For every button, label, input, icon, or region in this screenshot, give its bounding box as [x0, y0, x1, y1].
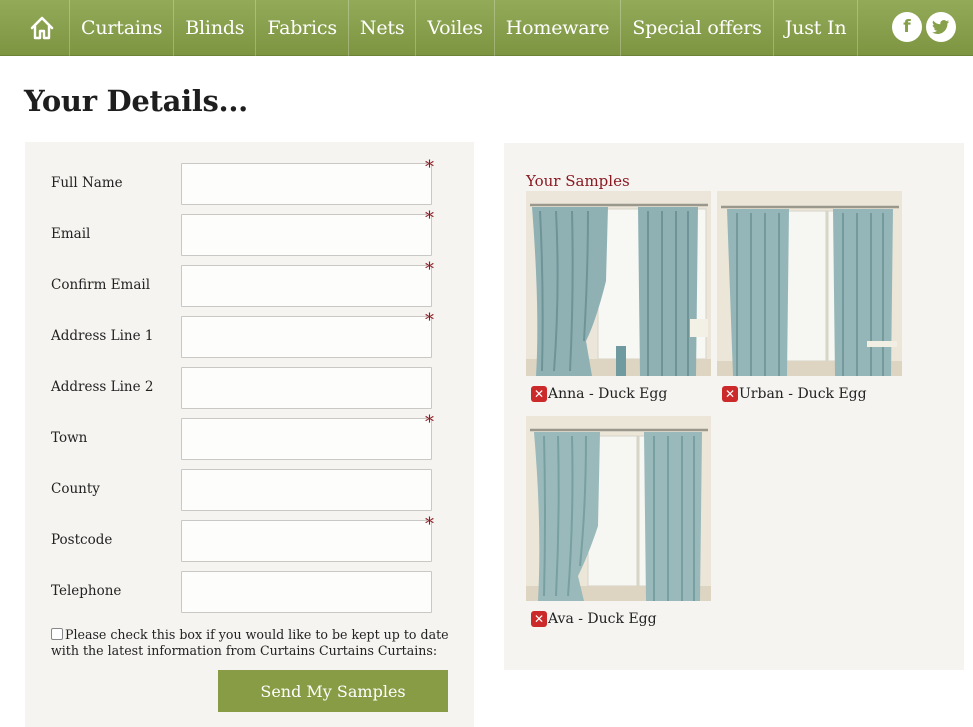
required-marker: * [425, 412, 434, 433]
postcode-input[interactable] [181, 520, 432, 562]
form-row: Telephone [51, 571, 471, 613]
required-marker: * [425, 208, 434, 229]
telephone-label: Telephone [51, 583, 122, 599]
full-name-input[interactable] [181, 163, 432, 205]
email-label: Email [51, 226, 91, 242]
confirm-email-label: Confirm Email [51, 277, 151, 293]
sample-name: Anna - Duck Egg [548, 386, 668, 402]
sample-name: Ava - Duck Egg [548, 611, 657, 627]
telephone-input[interactable] [181, 571, 432, 613]
nav-item-voiles[interactable]: Voiles [416, 0, 495, 56]
home-link[interactable] [14, 0, 70, 56]
form-row: Address Line 1 * [51, 310, 471, 358]
newsletter-optin: Please check this box if you would like … [51, 627, 451, 659]
required-marker: * [425, 310, 434, 331]
twitter-icon [932, 20, 949, 34]
postcode-label: Postcode [51, 532, 113, 548]
newsletter-checkbox[interactable] [51, 628, 63, 640]
form-row: County [51, 469, 471, 511]
samples-title: Your Samples [526, 172, 630, 190]
newsletter-optin-text: Please check this box if you would like … [51, 627, 449, 658]
nav-item-nets[interactable]: Nets [349, 0, 417, 56]
sample-image[interactable] [526, 416, 711, 601]
required-marker: * [425, 514, 434, 535]
sample-caption: ✕ Anna - Duck Egg [531, 386, 667, 402]
samples-panel: Your Samples ✕ Anna - Duck Egg ✕ Urban -… [504, 143, 964, 670]
address-line-2-input[interactable] [181, 367, 432, 409]
confirm-email-input[interactable] [181, 265, 432, 307]
nav-menu: Curtains Blinds Fabrics Nets Voiles Homeware S… [70, 0, 859, 56]
county-input[interactable] [181, 469, 432, 511]
address-line-1-input[interactable] [181, 316, 432, 358]
form-row: Email * [51, 208, 471, 256]
form-row: Full Name * [51, 157, 471, 205]
page-title: Your Details... [24, 84, 248, 118]
nav-item-homeware[interactable]: Homeware [495, 0, 622, 56]
remove-icon[interactable]: ✕ [531, 386, 547, 402]
required-marker: * [425, 259, 434, 280]
nav-item-blinds[interactable]: Blinds [174, 0, 257, 56]
form-row: Confirm Email * [51, 259, 471, 307]
sample-image[interactable] [526, 191, 711, 376]
form-row: Town * [51, 412, 471, 460]
sample-name: Urban - Duck Egg [739, 386, 867, 402]
full-name-label: Full Name [51, 175, 123, 191]
email-input[interactable] [181, 214, 432, 256]
nav-item-curtains[interactable]: Curtains [70, 0, 175, 56]
sample-image[interactable] [717, 191, 902, 376]
town-input[interactable] [181, 418, 432, 460]
address-line-1-label: Address Line 1 [51, 328, 154, 344]
form-row: Postcode * [51, 514, 471, 562]
facebook-icon: f [903, 17, 911, 37]
county-label: County [51, 481, 100, 497]
send-samples-button[interactable]: Send My Samples [218, 670, 448, 712]
address-line-2-label: Address Line 2 [51, 379, 154, 395]
remove-icon[interactable]: ✕ [531, 611, 547, 627]
form-row: Address Line 2 [51, 367, 471, 409]
remove-icon[interactable]: ✕ [722, 386, 738, 402]
facebook-link[interactable]: f [892, 12, 922, 42]
required-marker: * [425, 157, 434, 178]
sample-caption: ✕ Ava - Duck Egg [531, 611, 657, 627]
nav-item-fabrics[interactable]: Fabrics [256, 0, 349, 56]
nav-item-special-offers[interactable]: Special offers [621, 0, 774, 56]
sample-caption: ✕ Urban - Duck Egg [722, 386, 867, 402]
details-form: Full Name * Email * Confirm Email * Address Li… [25, 142, 474, 727]
home-icon [30, 16, 53, 40]
town-label: Town [51, 430, 88, 446]
nav-item-just-in[interactable]: Just In [774, 0, 859, 56]
top-navigation: Curtains Blinds Fabrics Nets Voiles Homeware S… [0, 0, 973, 56]
twitter-link[interactable] [926, 12, 956, 42]
